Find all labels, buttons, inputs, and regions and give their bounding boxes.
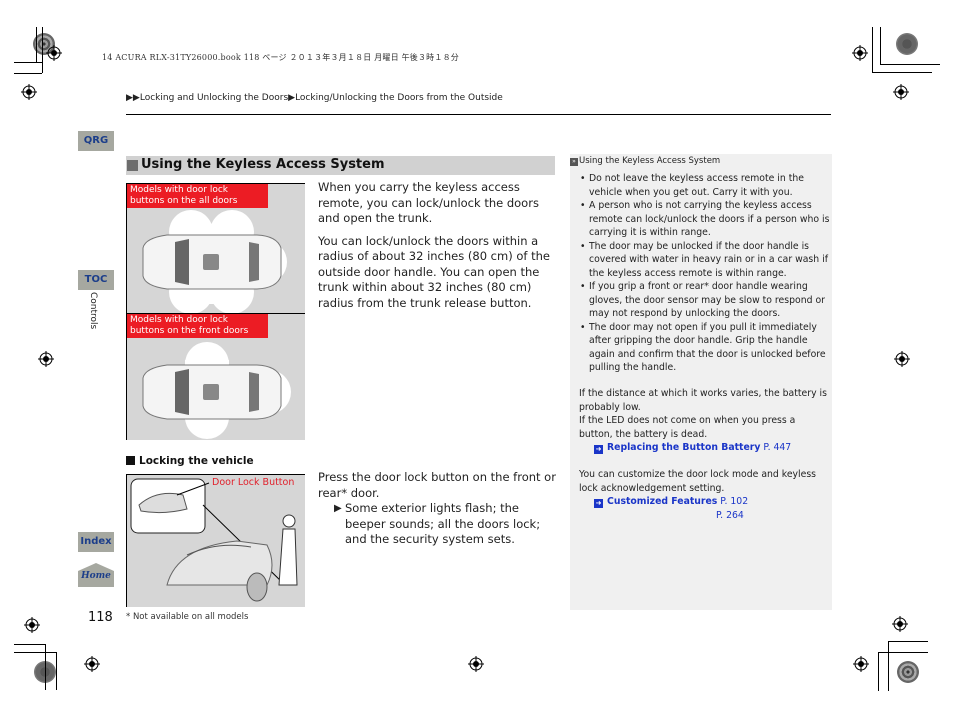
subsection-title: Locking the vehicle <box>139 455 254 467</box>
sidebar-header: » Using the Keyless Access System <box>570 156 720 166</box>
figure-all-doors: Models with door lock buttons on the all… <box>126 183 305 314</box>
led-note: If the LED does not come on when you pre… <box>579 415 796 440</box>
registration-mark <box>38 351 54 367</box>
door-lock-button-callout: Door Lock Button <box>212 477 295 488</box>
registration-mark <box>852 45 868 61</box>
footnote: * Not available on all models <box>126 612 249 622</box>
crop-mark <box>888 641 889 691</box>
list-item: If you grip a front or rear* door handle… <box>578 280 830 321</box>
registration-mark <box>46 45 62 61</box>
registration-mark <box>893 84 909 100</box>
battery-note: If the distance at which it works varies… <box>579 388 827 413</box>
section-square-icon <box>127 160 138 171</box>
registration-mark <box>468 656 484 672</box>
registration-mark <box>894 351 910 367</box>
crop-mark <box>880 27 881 64</box>
crop-mark <box>56 652 57 690</box>
breadcrumb-item[interactable]: Locking and Unlocking the Doors <box>140 93 288 103</box>
car-top-view-illustration <box>142 210 287 314</box>
crop-mark <box>36 27 37 62</box>
locking-result: ▶ Some exterior lights flash; the beeper … <box>334 501 541 546</box>
car-top-view-illustration <box>142 342 291 439</box>
subsection-square-icon <box>126 456 135 465</box>
registration-mark <box>892 616 908 632</box>
triangle-right-icon: ▶ <box>334 503 342 514</box>
xref-replacing-battery[interactable]: ➜ Replacing the Button Battery P. 447 <box>594 441 844 455</box>
crop-mark <box>14 652 56 653</box>
crop-mark <box>878 652 928 653</box>
list-item: A person who is not carrying the keyless… <box>578 199 830 240</box>
section-title: Using the Keyless Access System <box>141 157 385 172</box>
registration-mark <box>24 617 40 633</box>
crop-mark <box>888 641 928 642</box>
crop-mark <box>872 72 932 73</box>
paragraph: When you carry the keyless access remote… <box>318 180 539 225</box>
breadcrumb: ▶▶Locking and Unlocking the Doors▶Lockin… <box>126 93 503 103</box>
crop-mark <box>14 62 42 63</box>
registration-mark <box>84 656 100 672</box>
print-rosette-mark <box>896 33 918 55</box>
xref-customized-features[interactable]: ➜ Customized Features P. 102 <box>594 495 844 509</box>
section-label: Controls <box>88 292 98 330</box>
index-tab[interactable]: Index <box>78 532 114 552</box>
notes-sidebar: »Using the Keyless Access System Do not … <box>570 154 832 610</box>
home-tab-label: Home <box>81 571 111 581</box>
locking-instruction: Press the door lock button on the front … <box>318 470 556 500</box>
list-item: The door may not open if you pull it imm… <box>578 321 830 375</box>
xref-customized-features-page2[interactable]: P. 264 <box>716 509 954 523</box>
subsection-header: Locking the vehicle <box>126 455 254 467</box>
registration-mark <box>853 656 869 672</box>
crop-mark <box>880 64 940 65</box>
registration-mark <box>21 84 37 100</box>
breadcrumb-item[interactable]: Locking/Unlocking the Doors from the Out… <box>295 93 503 103</box>
double-chevron-icon: » <box>570 158 578 166</box>
door-lock-illustration <box>130 478 298 602</box>
figure-door-lock-button: Door Lock Button <box>126 474 305 607</box>
crop-mark <box>45 644 46 690</box>
arrow-right-icon: ➜ <box>594 499 603 508</box>
qrg-tab[interactable]: QRG <box>78 131 114 151</box>
paragraph: You can lock/unlock the doors within a r… <box>318 233 550 310</box>
locking-body: Press the door lock button on the front … <box>318 470 558 548</box>
print-header: 14 ACURA RLX-31TY26000.book 118 ページ ２０１３… <box>102 53 459 62</box>
double-triangle-right-icon: ▶▶ <box>126 93 140 103</box>
sidebar-bullets: Do not leave the keyless access remote i… <box>578 172 830 375</box>
print-rosette-mark <box>897 661 919 683</box>
arrow-right-icon: ➜ <box>594 445 603 454</box>
figure-front-doors: Models with door lock buttons on the fro… <box>126 313 305 440</box>
page-number: 118 <box>88 610 113 625</box>
list-item: The door may be unlocked if the door han… <box>578 240 830 281</box>
section-body: When you carry the keyless access remote… <box>318 180 558 318</box>
customize-note: You can customize the door lock mode and… <box>579 469 817 494</box>
section-header: Using the Keyless Access System <box>126 156 555 175</box>
crop-mark <box>878 652 879 691</box>
list-item: Do not leave the keyless access remote i… <box>578 172 830 199</box>
toc-tab[interactable]: TOC <box>78 270 114 290</box>
crop-mark <box>42 27 43 73</box>
crop-mark <box>14 73 42 74</box>
crop-mark <box>14 644 45 645</box>
header-divider <box>126 114 831 115</box>
home-tab[interactable]: Home <box>78 563 114 587</box>
crop-mark <box>872 27 873 72</box>
